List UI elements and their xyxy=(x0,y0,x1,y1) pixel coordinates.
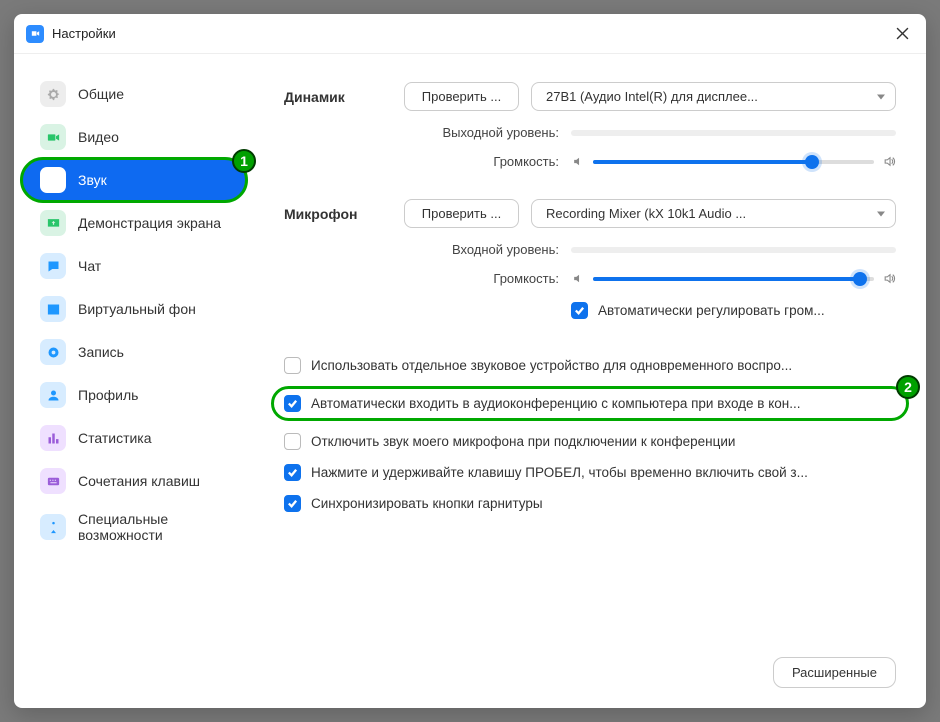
option-label: Нажмите и удерживайте клавишу ПРОБЕЛ, чт… xyxy=(311,465,896,480)
sidebar-item-label: Демонстрация экрана xyxy=(78,215,221,231)
option-auto-join-audio[interactable]: Автоматически входить в аудиоконференцию… xyxy=(274,389,906,418)
app-icon xyxy=(26,25,44,43)
input-level-label: Входной уровень: xyxy=(404,242,559,257)
stats-icon xyxy=(40,425,66,451)
volume-high-icon xyxy=(882,272,896,286)
checkbox-checked-icon xyxy=(284,495,301,512)
option-sync-headset[interactable]: Синхронизировать кнопки гарнитуры xyxy=(284,493,896,514)
option-push-to-talk[interactable]: Нажмите и удерживайте клавишу ПРОБЕЛ, чт… xyxy=(284,462,896,483)
sidebar-item-label: Виртуальный фон xyxy=(78,301,196,317)
test-mic-button[interactable]: Проверить ... xyxy=(404,199,519,228)
sidebar-item-label: Статистика xyxy=(78,430,152,446)
settings-window: Настройки Общие Видео xyxy=(14,14,926,708)
mic-heading: Микрофон xyxy=(284,199,389,321)
sidebar-item-accessibility[interactable]: Специальные возможности xyxy=(22,503,246,551)
speaker-device-select[interactable]: 27B1 (Аудио Intel(R) для дисплее... xyxy=(531,82,896,111)
sidebar-item-share-screen[interactable]: Демонстрация экрана xyxy=(22,202,246,244)
option-separate-device[interactable]: Использовать отдельное звуковое устройст… xyxy=(284,355,896,376)
sidebar-item-statistics[interactable]: Статистика xyxy=(22,417,246,459)
sidebar-item-label: Сочетания клавиш xyxy=(78,473,200,489)
sidebar-item-label: Специальные возможности xyxy=(78,511,228,543)
sidebar-item-label: Чат xyxy=(78,258,101,274)
mic-volume-label: Громкость: xyxy=(404,271,559,286)
volume-low-icon xyxy=(571,155,585,169)
record-icon xyxy=(40,339,66,365)
sidebar-item-chat[interactable]: Чат xyxy=(22,245,246,287)
checkbox-checked-icon xyxy=(284,464,301,481)
main-panel: Динамик Проверить ... 27B1 (Аудио Intel(… xyxy=(254,54,926,708)
annotation-badge-2: 2 xyxy=(896,375,920,399)
option-label: Синхронизировать кнопки гарнитуры xyxy=(311,496,896,511)
headphones-icon xyxy=(40,167,66,193)
titlebar: Настройки xyxy=(14,14,926,54)
window-title: Настройки xyxy=(52,26,116,41)
sidebar-item-profile[interactable]: Профиль xyxy=(22,374,246,416)
volume-high-icon xyxy=(882,155,896,169)
sidebar-item-label: Звук xyxy=(78,172,107,188)
sidebar-item-shortcuts[interactable]: Сочетания клавиш xyxy=(22,460,246,502)
checkbox-checked-icon xyxy=(284,395,301,412)
share-screen-icon xyxy=(40,210,66,236)
sidebar-item-general[interactable]: Общие xyxy=(22,73,246,115)
mic-volume-slider[interactable] xyxy=(593,277,874,281)
person-icon xyxy=(40,382,66,408)
test-speaker-button[interactable]: Проверить ... xyxy=(404,82,519,111)
annotation-badge-1: 1 xyxy=(232,149,256,173)
checkbox-unchecked-icon xyxy=(284,357,301,374)
body: Общие Видео Звук 1 Демонстрация экра xyxy=(14,54,926,708)
advanced-button[interactable]: Расширенные xyxy=(773,657,896,688)
audio-options: Использовать отдельное звуковое устройст… xyxy=(284,355,896,514)
mic-section: Микрофон Проверить ... Recording Mixer (… xyxy=(284,199,896,321)
option-label: Автоматически входить в аудиоконференцию… xyxy=(311,396,896,411)
option-mute-on-join[interactable]: Отключить звук моего микрофона при подкл… xyxy=(284,431,896,452)
speaker-volume-label: Громкость: xyxy=(404,154,559,169)
option-label: Отключить звук моего микрофона при подкл… xyxy=(311,434,896,449)
sidebar-item-audio[interactable]: Звук 1 xyxy=(22,159,246,201)
input-level-meter xyxy=(571,247,896,253)
keyboard-icon xyxy=(40,468,66,494)
sidebar-item-label: Видео xyxy=(78,129,119,145)
checkbox-unchecked-icon xyxy=(284,433,301,450)
background-icon xyxy=(40,296,66,322)
close-button[interactable] xyxy=(890,22,914,46)
speaker-section: Динамик Проверить ... 27B1 (Аудио Intel(… xyxy=(284,82,896,169)
chat-icon xyxy=(40,253,66,279)
sidebar-item-label: Общие xyxy=(78,86,124,102)
output-level-label: Выходной уровень: xyxy=(404,125,559,140)
sidebar: Общие Видео Звук 1 Демонстрация экра xyxy=(14,54,254,708)
sidebar-item-virtual-bg[interactable]: Виртуальный фон xyxy=(22,288,246,330)
auto-adjust-label: Автоматически регулировать гром... xyxy=(598,303,825,318)
sidebar-item-recording[interactable]: Запись xyxy=(22,331,246,373)
sidebar-item-label: Запись xyxy=(78,344,124,360)
speaker-heading: Динамик xyxy=(284,82,389,169)
output-level-meter xyxy=(571,130,896,136)
sidebar-item-video[interactable]: Видео xyxy=(22,116,246,158)
gear-icon xyxy=(40,81,66,107)
checkbox-checked-icon xyxy=(571,302,588,319)
accessibility-icon xyxy=(40,514,66,540)
sidebar-item-label: Профиль xyxy=(78,387,138,403)
auto-adjust-row[interactable]: Автоматически регулировать гром... xyxy=(571,300,825,321)
camera-icon xyxy=(40,124,66,150)
footer: Расширенные xyxy=(284,657,896,688)
volume-low-icon xyxy=(571,272,585,286)
mic-device-select[interactable]: Recording Mixer (kX 10k1 Audio ... xyxy=(531,199,896,228)
speaker-volume-slider[interactable] xyxy=(593,160,874,164)
option-label: Использовать отдельное звуковое устройст… xyxy=(311,358,896,373)
